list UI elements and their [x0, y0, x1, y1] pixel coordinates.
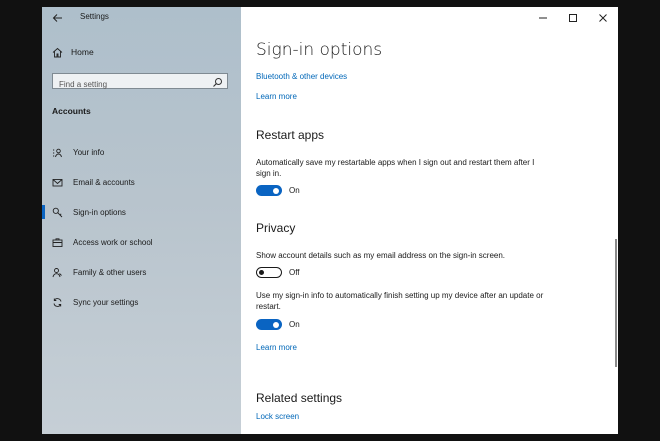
mail-icon: [52, 177, 63, 188]
privacy-learn-more-link[interactable]: Learn more: [256, 343, 297, 352]
close-button[interactable]: [588, 7, 618, 29]
signin-info-toggle[interactable]: [256, 319, 282, 330]
page-title: Sign-in options: [256, 40, 383, 60]
search-box[interactable]: [52, 73, 228, 92]
app-title: Settings: [80, 12, 109, 21]
sidebar-item-label: Sign-in options: [73, 207, 126, 217]
sidebar-item-email-accounts[interactable]: Email & accounts: [42, 167, 241, 197]
search-icon[interactable]: [212, 75, 223, 93]
sidebar-item-your-info[interactable]: Your info: [42, 137, 241, 167]
maximize-icon: [569, 14, 577, 22]
sidebar-item-sign-in-options[interactable]: Sign-in options: [42, 197, 241, 227]
key-icon: [52, 207, 63, 218]
signin-info-toggle-row: On: [256, 319, 300, 330]
sidebar-item-label: Family & other users: [73, 267, 147, 277]
restart-apps-toggle-row: On: [256, 185, 300, 196]
privacy-heading: Privacy: [256, 221, 296, 235]
back-button[interactable]: [48, 9, 68, 27]
title-bar: Settings: [42, 7, 241, 29]
learn-more-link[interactable]: Learn more: [256, 92, 297, 101]
sidebar-item-access-work[interactable]: Access work or school: [42, 227, 241, 257]
sidebar: Settings Home Accounts Your info: [42, 7, 241, 434]
person-card-icon: [52, 147, 63, 158]
toggle-state-label: On: [289, 320, 300, 329]
sidebar-item-sync-settings[interactable]: Sync your settings: [42, 287, 241, 317]
account-details-description: Show account details such as my email ad…: [256, 251, 506, 260]
restart-apps-description: Automatically save my restartable apps w…: [256, 158, 535, 178]
related-settings-heading: Related settings: [256, 391, 343, 405]
sidebar-item-family-users[interactable]: Family & other users: [42, 257, 241, 287]
account-details-toggle-row: Off: [256, 267, 300, 278]
toggle-state-label: On: [289, 186, 300, 195]
settings-window: Settings Home Accounts Your info: [42, 7, 618, 434]
minimize-icon: [539, 17, 547, 19]
sidebar-item-label: Sync your settings: [73, 297, 139, 307]
signin-info-description: Use my sign-in info to automatically fin…: [256, 291, 544, 311]
back-arrow-icon: [52, 14, 62, 22]
active-indicator: [42, 205, 45, 219]
briefcase-icon: [52, 237, 63, 248]
home-icon: [52, 47, 63, 58]
search-input[interactable]: [53, 77, 209, 92]
main-content: Sign-in options Bluetooth & other device…: [241, 7, 618, 434]
section-label-accounts: Accounts: [52, 106, 91, 116]
sync-icon: [52, 297, 63, 308]
minimize-button[interactable]: [528, 7, 558, 29]
sidebar-item-label: Access work or school: [73, 237, 153, 247]
close-icon: [599, 14, 607, 22]
home-label: Home: [71, 47, 94, 57]
toggle-state-label: Off: [289, 268, 300, 277]
scrollbar[interactable]: [615, 239, 617, 367]
sidebar-item-label: Email & accounts: [73, 177, 135, 187]
sidebar-item-label: Your info: [73, 147, 105, 157]
home-nav-item[interactable]: Home: [52, 44, 94, 60]
sidebar-nav: Your info Email & accounts Sign-in optio…: [42, 137, 241, 317]
account-details-toggle[interactable]: [256, 267, 282, 278]
restart-apps-heading: Restart apps: [256, 128, 325, 142]
maximize-button[interactable]: [558, 7, 588, 29]
people-icon: [52, 267, 63, 278]
bluetooth-devices-link[interactable]: Bluetooth & other devices: [256, 72, 347, 81]
lock-screen-link[interactable]: Lock screen: [256, 412, 299, 421]
restart-apps-toggle[interactable]: [256, 185, 282, 196]
window-controls: [528, 7, 618, 29]
